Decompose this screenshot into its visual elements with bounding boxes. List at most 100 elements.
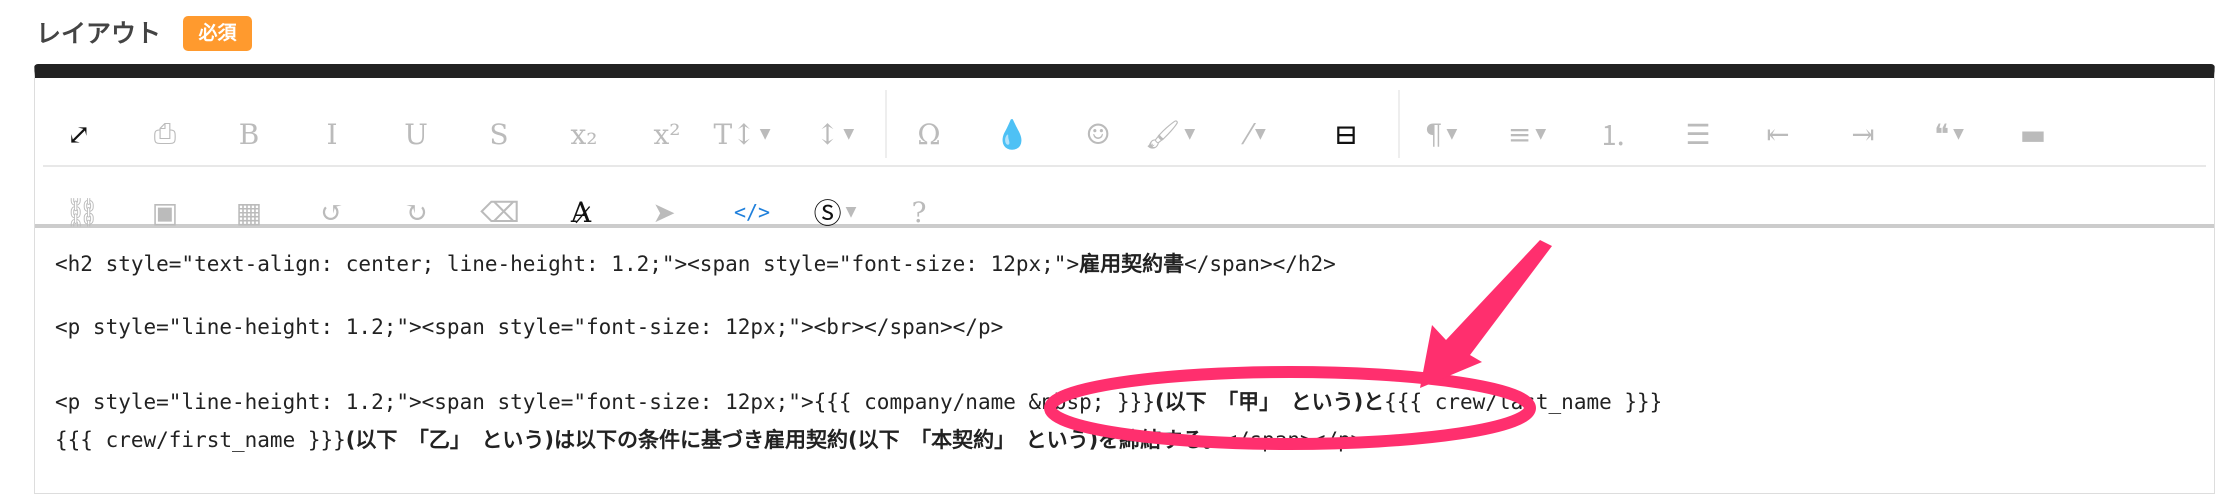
link-button[interactable]: ⛓ [58, 192, 106, 232]
subscript-button[interactable]: x₂ [560, 114, 608, 154]
horizontal-rule-button[interactable]: ▬ [2009, 114, 2057, 154]
paint-brush-icon: 🖌 [1144, 117, 1181, 151]
eraser-button[interactable]: ⌫ [476, 192, 524, 232]
select-cursor-icon: ➤ [652, 195, 676, 229]
rich-text-editor: ⤢ ⎙ B I U Sx₂ x² T↕ ▼ ↕ ▼ Ω 💧 ☺ 🖌 ▼ ⁄ ▼ ⊟ ¶ ▼ ≡ ▼ ⒈ ☰ ⇤ ⇥ ❝ ▼ ▬ ⛓ ▣ ▦ ↺ ↻… [34, 64, 2215, 494]
link-icon: ⛓ [64, 195, 100, 229]
paragraph-button[interactable]: ¶ ▼ [1417, 114, 1465, 154]
horizontal-rule-icon: ▬ [2019, 117, 2047, 151]
help-button[interactable]: ? [895, 192, 943, 232]
color-icon: 💧 [994, 117, 1030, 151]
toolbar-divider [885, 90, 887, 158]
indent-button[interactable]: ⇥ [1839, 114, 1887, 154]
special-chars-icon: Ω [917, 117, 941, 151]
table-button[interactable]: ▦ [225, 192, 273, 232]
editor-toolbar: ⤢ ⎙ B I U Sx₂ x² T↕ ▼ ↕ ▼ Ω 💧 ☺ 🖌 ▼ ⁄ ▼ ⊟ ¶ ▼ ≡ ▼ ⒈ ☰ ⇤ ⇥ ❝ ▼ ▬ ⛓ ▣ ▦ ↺ ↻… [35, 78, 2214, 230]
clear-format-button[interactable]: A̷ [557, 192, 605, 232]
bold-button[interactable]: B [225, 114, 273, 154]
redo-button[interactable]: ↻ [392, 192, 440, 232]
redo-icon: ↻ [404, 195, 428, 229]
field-label: レイアウト [36, 19, 162, 48]
paint-brush-button[interactable]: 🖌 ▼ [1144, 114, 1196, 154]
strikethrough-button[interactable]: S [475, 114, 523, 154]
code-view-button[interactable]: </> [728, 192, 776, 232]
chevron-down-icon: ▼ [843, 126, 855, 142]
undo-icon: ↺ [320, 195, 344, 229]
snippet-button[interactable]: Ⓢ ▼ [811, 192, 859, 232]
quote-button[interactable]: ❝ ▼ [1925, 114, 1973, 154]
ordered-list-icon: ⒈ [1598, 119, 1627, 152]
underline-button[interactable]: U [392, 114, 440, 154]
body-text: (以下 「甲」 という)と [1154, 390, 1385, 414]
body-text: (以下 「乙」 という)は以下の条件に基づき雇用契約(以下 「本契約」 という)… [345, 428, 1225, 452]
heading-text: 雇用契約書 [1079, 252, 1185, 276]
clear-format-icon: A̷ [570, 195, 592, 229]
strikethrough-icon: S [489, 117, 509, 151]
code-line: <p style="line-height: 1.2;"><span style… [55, 315, 1003, 339]
italic-icon: I [326, 117, 338, 151]
magic-wand-button[interactable]: ⁄ ▼ [1232, 114, 1280, 154]
subscript-icon: x₂ [570, 117, 598, 151]
page-break-button[interactable]: ⊟ [1322, 114, 1370, 154]
print-button[interactable]: ⎙ [141, 114, 189, 154]
line-height-icon: ↕ [815, 117, 840, 151]
font-size-icon: T↕ [713, 117, 756, 151]
template-variable-crew-first-name: {{{ crew/first_name }}} [55, 428, 346, 452]
font-size-button[interactable]: T↕ ▼ [714, 114, 771, 154]
eraser-icon: ⌫ [480, 195, 520, 229]
table-icon: ▦ [235, 195, 263, 229]
image-button[interactable]: ▣ [141, 192, 189, 232]
code-text: <p style="line-height: 1.2;"><span style… [55, 390, 814, 414]
quote-icon: ❝ [1934, 117, 1950, 151]
snippet-icon: Ⓢ [813, 197, 842, 230]
chevron-down-icon: ▼ [1535, 126, 1547, 142]
chevron-down-icon: ▼ [1446, 126, 1458, 142]
emoji-icon: ☺ [1085, 117, 1111, 151]
color-button[interactable]: 💧 [988, 114, 1036, 154]
outdent-button[interactable]: ⇤ [1754, 114, 1802, 154]
code-text: </span></p> [1224, 428, 1364, 452]
template-variable-crew-last-name: {{{ crew/last_name }}} [1384, 390, 1663, 414]
emoji-button[interactable]: ☺ [1074, 114, 1122, 154]
required-badge: 必須 [183, 16, 252, 51]
outdent-icon: ⇤ [1766, 117, 1790, 151]
fullscreen-button[interactable]: ⤢ [55, 114, 103, 154]
undo-button[interactable]: ↺ [308, 192, 356, 232]
code-text: <h2 style="text-align: center; line-heig… [55, 252, 1080, 276]
help-icon: ? [911, 195, 927, 229]
bold-icon: B [238, 117, 260, 151]
magic-wand-icon: ⁄ [1246, 117, 1251, 151]
special-chars-button[interactable]: Ω [905, 114, 953, 154]
select-cursor-button[interactable]: ➤ [640, 192, 688, 232]
chevron-down-icon: ▼ [759, 126, 771, 142]
unordered-list-icon: ☰ [1685, 117, 1711, 151]
italic-button[interactable]: I [308, 114, 356, 154]
toolbar-row-divider [43, 165, 2206, 167]
chevron-down-icon: ▼ [845, 204, 857, 220]
code-line: {{{ crew/first_name }}}(以下 「乙」 という)は以下の条… [55, 424, 1363, 454]
superscript-button[interactable]: x² [643, 114, 691, 154]
code-line: <p style="line-height: 1.2;"><span style… [55, 386, 1662, 416]
code-view-icon: </> [733, 200, 771, 224]
template-variable-company-name: {{{ company/name &nbsp; }}} [813, 390, 1155, 414]
code-line: <h2 style="text-align: center; line-heig… [55, 248, 1336, 278]
code-text: </span></h2> [1184, 252, 1336, 276]
chevron-down-icon: ▼ [1254, 126, 1266, 142]
print-icon: ⎙ [153, 117, 177, 150]
paragraph-icon: ¶ [1424, 117, 1443, 151]
align-icon: ≡ [1507, 117, 1532, 151]
code-text: <p style="line-height: 1.2;"><span style… [55, 315, 1004, 339]
unordered-list-button[interactable]: ☰ [1674, 114, 1722, 154]
page-break-icon: ⊟ [1334, 117, 1358, 151]
superscript-icon: x² [653, 117, 681, 151]
line-height-button[interactable]: ↕ ▼ [811, 114, 859, 154]
toolbar-divider [1398, 90, 1400, 158]
chevron-down-icon: ▼ [1184, 126, 1196, 142]
fullscreen-icon: ⤢ [67, 117, 91, 151]
image-icon: ▣ [151, 195, 179, 229]
underline-icon: U [404, 117, 428, 151]
indent-icon: ⇥ [1851, 117, 1875, 151]
chevron-down-icon: ▼ [1953, 126, 1964, 142]
ordered-list-button[interactable]: ⒈ [1589, 114, 1637, 154]
align-button[interactable]: ≡ ▼ [1503, 114, 1551, 154]
